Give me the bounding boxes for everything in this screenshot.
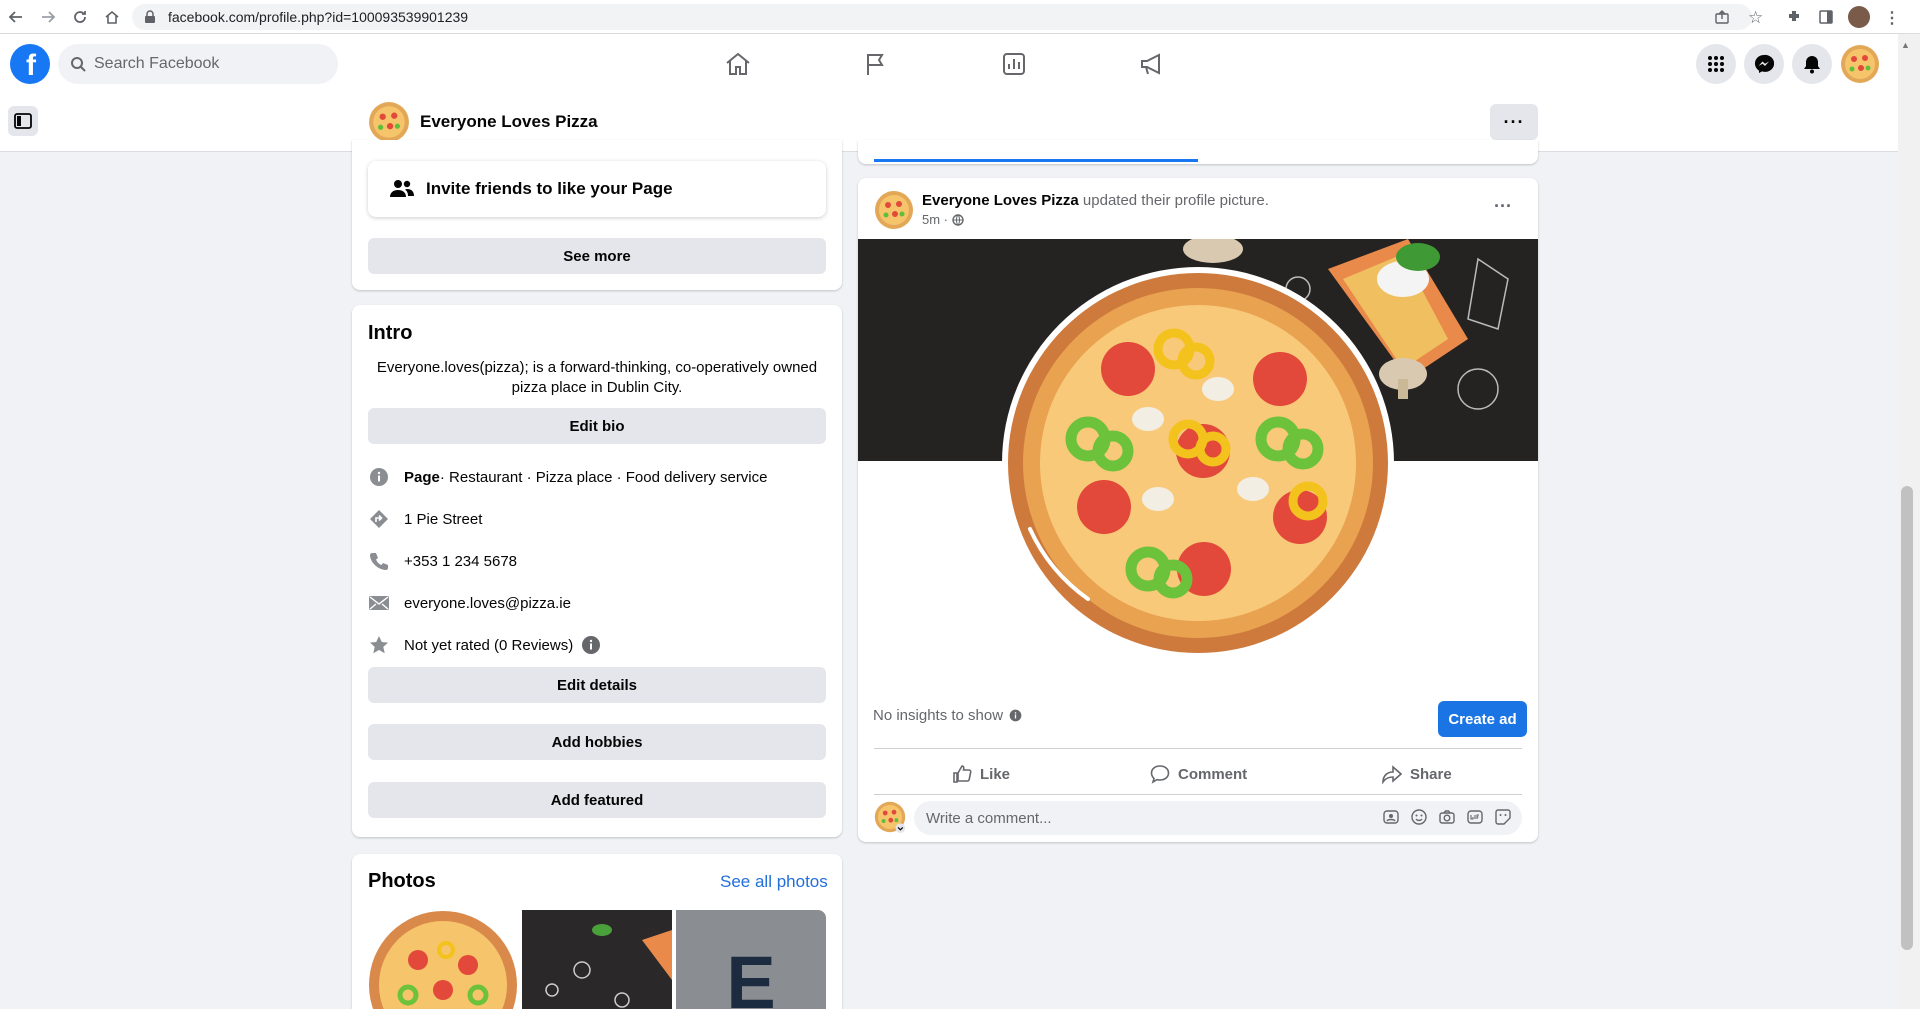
back-arrow-icon[interactable] bbox=[4, 5, 28, 29]
rating-info-icon[interactable] bbox=[581, 635, 601, 655]
share-label: Share bbox=[1410, 765, 1452, 783]
category-row: Page · Restaurant · Pizza place · Food d… bbox=[368, 465, 768, 489]
invite-friends-label: Invite friends to like your Page bbox=[426, 179, 673, 198]
no-insights-row: No insights to show bbox=[873, 707, 1022, 724]
share-button[interactable]: Share bbox=[1382, 756, 1452, 792]
address-row: 1 Pie Street bbox=[368, 507, 482, 531]
facebook-logo-icon[interactable]: f bbox=[10, 44, 50, 84]
phone-text: +353 1 234 5678 bbox=[404, 552, 518, 570]
comment-button[interactable]: Comment bbox=[1150, 756, 1247, 792]
sidebar-toggle-icon[interactable] bbox=[8, 106, 38, 136]
extensions-icon[interactable] bbox=[1786, 8, 1802, 24]
like-button[interactable]: Like bbox=[952, 756, 1010, 792]
post-header: Everyone Loves Pizza updated their profi… bbox=[922, 192, 1269, 209]
active-tab-indicator bbox=[874, 159, 1198, 162]
search-input[interactable]: Search Facebook bbox=[58, 44, 338, 84]
info-icon bbox=[368, 466, 390, 488]
post-options-button[interactable]: ··· bbox=[1494, 196, 1512, 217]
globe-icon bbox=[952, 213, 964, 226]
notifications-bell-icon[interactable] bbox=[1792, 44, 1832, 84]
pages-flag-icon[interactable] bbox=[858, 48, 894, 80]
lock-icon bbox=[144, 10, 156, 24]
emoji-icon[interactable] bbox=[1410, 808, 1428, 826]
comment-placeholder: Write a comment... bbox=[926, 809, 1052, 827]
post-time-text[interactable]: 5m · bbox=[922, 212, 948, 227]
email-text[interactable]: everyone.loves@pizza.ie bbox=[404, 595, 571, 612]
create-ad-button[interactable]: Create ad bbox=[1438, 701, 1527, 737]
share-arrow-icon bbox=[1382, 765, 1402, 784]
see-all-photos-link[interactable]: See all photos bbox=[720, 872, 828, 892]
ads-megaphone-icon[interactable] bbox=[1134, 48, 1170, 80]
page-avatar[interactable] bbox=[368, 101, 410, 143]
side-panel-icon[interactable] bbox=[1818, 9, 1834, 25]
comment-toolbar bbox=[1382, 808, 1512, 826]
star-icon bbox=[368, 634, 390, 656]
phone-icon bbox=[368, 550, 390, 572]
comment-bubble-icon bbox=[1150, 765, 1170, 784]
post-timestamp: 5m · bbox=[922, 212, 964, 227]
insights-chart-icon[interactable] bbox=[996, 48, 1032, 80]
category-text: · Restaurant · Pizza place · Food delive… bbox=[439, 468, 768, 486]
edit-details-button[interactable]: Edit details bbox=[368, 667, 826, 703]
page-more-button[interactable]: ··· bbox=[1490, 104, 1538, 140]
no-insights-text: No insights to show bbox=[873, 707, 1004, 724]
see-more-button[interactable]: See more bbox=[368, 238, 826, 274]
url-text: facebook.com/profile.php?id=100093539901… bbox=[168, 9, 469, 25]
intro-bio-text: Everyone.loves(pizza); is a forward-thin… bbox=[376, 359, 818, 396]
photo-thumbnail-letter[interactable]: E bbox=[676, 910, 826, 1009]
category-page-label: Page bbox=[404, 468, 440, 486]
gif-icon[interactable] bbox=[1466, 808, 1484, 826]
scroll-up-arrow-icon[interactable]: ▲ bbox=[1901, 40, 1910, 50]
divider bbox=[874, 748, 1522, 749]
edit-bio-button[interactable]: Edit bio bbox=[368, 408, 826, 444]
sticker-icon[interactable] bbox=[1494, 808, 1512, 826]
bookmark-star-icon[interactable]: ☆ bbox=[1748, 8, 1763, 28]
insights-info-icon[interactable] bbox=[1009, 709, 1022, 722]
search-placeholder: Search Facebook bbox=[94, 55, 220, 72]
email-row: everyone.loves@pizza.ie bbox=[368, 591, 571, 615]
messenger-icon[interactable] bbox=[1744, 44, 1784, 84]
rating-row: Not yet rated (0 Reviews) bbox=[368, 633, 601, 657]
add-featured-button[interactable]: Add featured bbox=[368, 782, 826, 818]
home-browser-icon[interactable] bbox=[100, 5, 124, 29]
commenter-avatar[interactable] bbox=[874, 801, 906, 833]
share-page-icon[interactable] bbox=[1714, 9, 1730, 25]
camera-icon[interactable] bbox=[1438, 808, 1456, 826]
like-label: Like bbox=[980, 765, 1011, 783]
phone-row: +353 1 234 5678 bbox=[368, 549, 517, 573]
photo-thumbnail-cover[interactable] bbox=[522, 910, 672, 1009]
menu-grid-icon[interactable] bbox=[1696, 44, 1736, 84]
scrollbar-thumb[interactable] bbox=[1901, 486, 1913, 950]
browser-menu-icon[interactable]: ⋮ bbox=[1884, 8, 1900, 28]
divider bbox=[874, 794, 1522, 795]
photos-heading: Photos bbox=[368, 870, 436, 892]
invite-friends-button[interactable]: Invite friends to like your Page bbox=[368, 161, 826, 217]
address-text: 1 Pie Street bbox=[404, 510, 483, 528]
add-hobbies-button[interactable]: Add hobbies bbox=[368, 724, 826, 760]
browser-profile-avatar[interactable] bbox=[1848, 6, 1870, 28]
comment-label: Comment bbox=[1178, 765, 1248, 783]
home-tab-icon[interactable] bbox=[720, 48, 756, 80]
address-icon bbox=[368, 508, 390, 530]
page-title[interactable]: Everyone Loves Pizza bbox=[420, 112, 598, 132]
account-avatar[interactable] bbox=[1840, 44, 1880, 84]
photo-thumbnail-pizza[interactable] bbox=[368, 910, 518, 1009]
post-image-profile-picture[interactable] bbox=[858, 239, 1538, 687]
post-author-avatar[interactable] bbox=[874, 190, 914, 230]
rating-text: Not yet rated (0 Reviews) bbox=[404, 636, 574, 654]
post-action-text: updated their profile picture. bbox=[1078, 192, 1269, 209]
reload-icon[interactable] bbox=[68, 5, 92, 29]
search-icon bbox=[71, 57, 86, 72]
email-icon bbox=[368, 592, 390, 614]
intro-heading: Intro bbox=[368, 322, 413, 344]
people-icon bbox=[390, 180, 414, 197]
avatar-sticker-icon[interactable] bbox=[1382, 808, 1400, 826]
like-thumb-icon bbox=[953, 765, 972, 783]
post-author-name[interactable]: Everyone Loves Pizza bbox=[922, 192, 1079, 209]
forward-arrow-icon[interactable] bbox=[36, 5, 60, 29]
